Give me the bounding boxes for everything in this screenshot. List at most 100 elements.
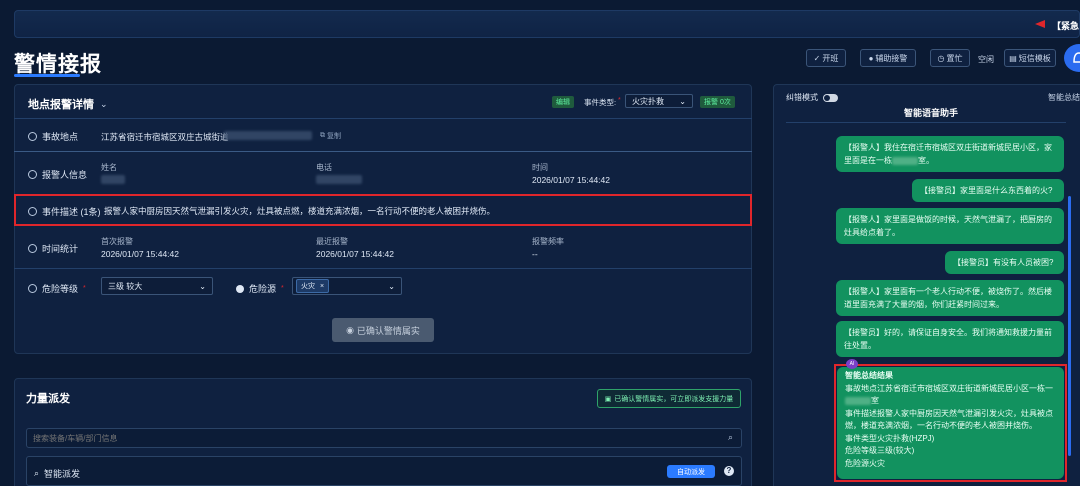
- summary-text: 室: [871, 396, 879, 405]
- message-line: 往处置。: [844, 341, 876, 350]
- required-mark: *: [618, 97, 621, 104]
- idle-status[interactable]: 空闲: [978, 54, 994, 65]
- busy-button[interactable]: ◷ 置忙: [930, 49, 970, 67]
- sms-template-button[interactable]: ▤ 短信模板: [1004, 49, 1056, 67]
- message-line: 里面是在一栋 室。: [844, 154, 1056, 167]
- danger-level-label: 危险等级: [42, 284, 79, 294]
- status-badge: 编辑: [552, 96, 574, 108]
- message-line: 【报警人】家里面有一个老人行动不便，被烧伤了。然后楼: [844, 287, 1052, 296]
- correction-mode-label: 纠错模式: [786, 93, 818, 102]
- message-line: 【接警员】好的，请保证自身安全。我们将通知救援力量前: [844, 328, 1052, 337]
- check-circle-icon: ◉: [346, 324, 354, 335]
- shift-button[interactable]: ✓ 开班: [806, 49, 846, 67]
- name-label: 姓名: [101, 163, 117, 172]
- chat-message: 【报警人】我住在宿迁市宿城区双庄街道新城民居小区，家 里面是在一栋 室。: [836, 136, 1064, 172]
- stats-row: 时间统计: [28, 242, 78, 255]
- bell-icon: [1073, 52, 1080, 63]
- confirm-incident-button[interactable]: ◉ 已确认警情属实: [332, 318, 434, 342]
- redacted-text: [845, 396, 871, 405]
- auto-dispatch-label: 自动派发: [677, 468, 705, 476]
- dispatch-panel-title: 力量派发: [26, 393, 70, 405]
- summary-line: 危险源火灾: [845, 458, 885, 468]
- stats-label: 时间统计: [42, 244, 79, 254]
- chat-message: 【报警人】家里面是做饭的时候，天然气泄漏了，把厨房的 灶具给点着了。: [836, 208, 1064, 244]
- summary-heading: 智能总结结果: [845, 371, 893, 380]
- description-label: 事件描述 (1条): [42, 207, 101, 217]
- message-line: 【报警人】家里面是做饭的时候，天然气泄漏了，把厨房的: [844, 215, 1052, 224]
- hazard-chip-label: 火灾: [301, 283, 315, 290]
- description-row: 事件描述 (1条): [28, 205, 101, 218]
- confirmed-badge: ▣ 已确认警情属实，可立即派发支援力量: [597, 389, 741, 408]
- incident-panel-header[interactable]: 地点报警详情 ⌄: [28, 96, 108, 112]
- lock-icon: ▣: [604, 395, 612, 403]
- smart-dispatch-header: ⌕ 智能派发: [34, 467, 80, 480]
- help-icon[interactable]: ?: [724, 466, 734, 476]
- alarm-ticker[interactable]: 【紧急: [1052, 19, 1079, 32]
- notification-button[interactable]: [1064, 44, 1080, 72]
- chat-message: 【报警人】家里面有一个老人行动不便，被烧伤了。然后楼 道里面充满了大量的烟，你们…: [836, 280, 1064, 316]
- divider: [786, 122, 1066, 123]
- chat-message: 【接警员】家里面是什么东西着的火?: [912, 179, 1064, 202]
- required-mark: *: [281, 285, 284, 292]
- caller-row: 报警人信息: [28, 168, 87, 181]
- clock-icon: ◷: [937, 53, 945, 63]
- summary-line: 危险等级三级(较大): [845, 446, 915, 455]
- user-icon: [28, 170, 37, 179]
- hazard-source-select[interactable]: 火灾 × ⌄: [292, 277, 402, 295]
- danger-level-select[interactable]: 三级 较大 ⌄: [101, 277, 213, 295]
- summary-line: 事故地点江苏省宿迁市宿城区双庄街道新城民居小区一栋一: [845, 383, 1053, 393]
- redacted-address: [224, 131, 312, 140]
- smart-dispatch-row: [26, 456, 742, 486]
- copy-label: 复制: [327, 133, 341, 140]
- copy-button[interactable]: ⧉ 复制: [320, 131, 341, 141]
- phone-label: 电话: [316, 163, 332, 172]
- close-icon[interactable]: ×: [320, 283, 324, 290]
- hazard-chip[interactable]: 火灾 ×: [296, 279, 330, 293]
- assist-button[interactable]: ● 辅助接警: [860, 49, 916, 67]
- assist-button-label: 辅助接警: [875, 53, 908, 63]
- alarm-flag-icon: [1035, 20, 1045, 28]
- time-value: 2026/01/07 15:44:42: [532, 175, 610, 185]
- redacted-text: [892, 156, 918, 165]
- dispatch-search-box[interactable]: ⌕: [26, 428, 742, 448]
- search-icon[interactable]: ⌕: [728, 432, 733, 443]
- summary-message: 智能总结结果 事故地点江苏省宿迁市宿城区双庄街道新城民居小区一栋一 室 事件描述…: [837, 367, 1064, 479]
- time-label: 时间: [532, 163, 548, 172]
- user-icon: ●: [868, 53, 874, 63]
- alarm-frequency-value: --: [532, 249, 538, 259]
- first-alarm-value: 2026/01/07 15:44:42: [101, 249, 179, 259]
- correction-mode-toggle[interactable]: [823, 93, 838, 102]
- location-icon: [28, 132, 37, 141]
- chat-message: 【接警员】有没有人员被困?: [945, 251, 1064, 274]
- location-row: 事故地点: [28, 130, 78, 143]
- document-icon: [28, 207, 37, 216]
- check-icon: ✓: [813, 53, 821, 63]
- required-mark: *: [83, 285, 86, 292]
- chevron-down-icon: ⌄: [679, 96, 686, 106]
- message-line: 道里面充满了大量的烟，你们赶紧时间过来。: [844, 300, 1004, 309]
- clock-icon: [28, 244, 37, 253]
- chevron-down-icon: ⌄: [100, 98, 108, 109]
- caller-label: 报警人信息: [42, 170, 88, 180]
- redacted-name: [101, 175, 125, 184]
- chat-scrollbar[interactable]: [1068, 196, 1071, 456]
- shift-button-label: 开班: [822, 53, 839, 63]
- chevron-down-icon: ⌄: [388, 281, 395, 291]
- summary-tab[interactable]: 智能总结: [1048, 92, 1080, 103]
- summary-line: 事件类型火灾扑救(HZPJ): [845, 433, 935, 443]
- ai-badge-icon: AI: [846, 359, 858, 369]
- auto-dispatch-button[interactable]: 自动派发: [667, 465, 715, 478]
- redacted-phone: [316, 175, 362, 184]
- dispatch-search-input[interactable]: [33, 432, 713, 445]
- latest-alarm-label: 最近报警: [316, 237, 348, 246]
- alarm-frequency-label: 报警频率: [532, 237, 564, 246]
- event-type-value: 火灾扑救: [632, 96, 664, 106]
- sms-template-label: 短信模板: [1018, 53, 1051, 63]
- event-type-label: 事件类型:: [584, 98, 617, 107]
- divider: [14, 151, 752, 152]
- title-underline: [14, 74, 80, 77]
- location-value: 江苏省宿迁市宿城区双庄古城街道: [101, 132, 229, 142]
- warning-icon: [28, 284, 37, 293]
- incident-panel-title: 地点报警详情: [28, 99, 94, 111]
- event-type-select[interactable]: 火灾扑救 ⌄: [625, 94, 693, 108]
